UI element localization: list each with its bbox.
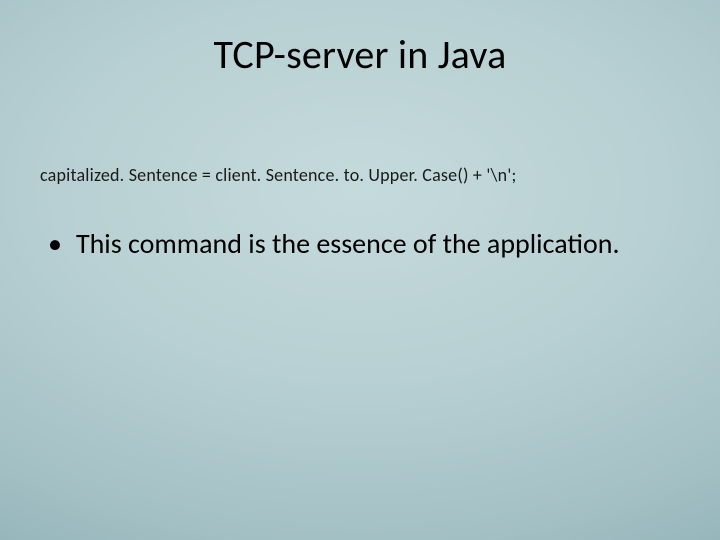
slide-title: TCP-server in Java	[0, 0, 720, 99]
code-line: capitalized. Sentence = client. Sentence…	[0, 164, 720, 186]
bullet-text: This command is the essence of the appli…	[76, 226, 620, 262]
bullet-list: • This command is the essence of the app…	[0, 226, 720, 262]
bullet-icon: •	[48, 226, 62, 262]
list-item: • This command is the essence of the app…	[48, 226, 660, 262]
slide: TCP-server in Java capitalized. Sentence…	[0, 0, 720, 540]
